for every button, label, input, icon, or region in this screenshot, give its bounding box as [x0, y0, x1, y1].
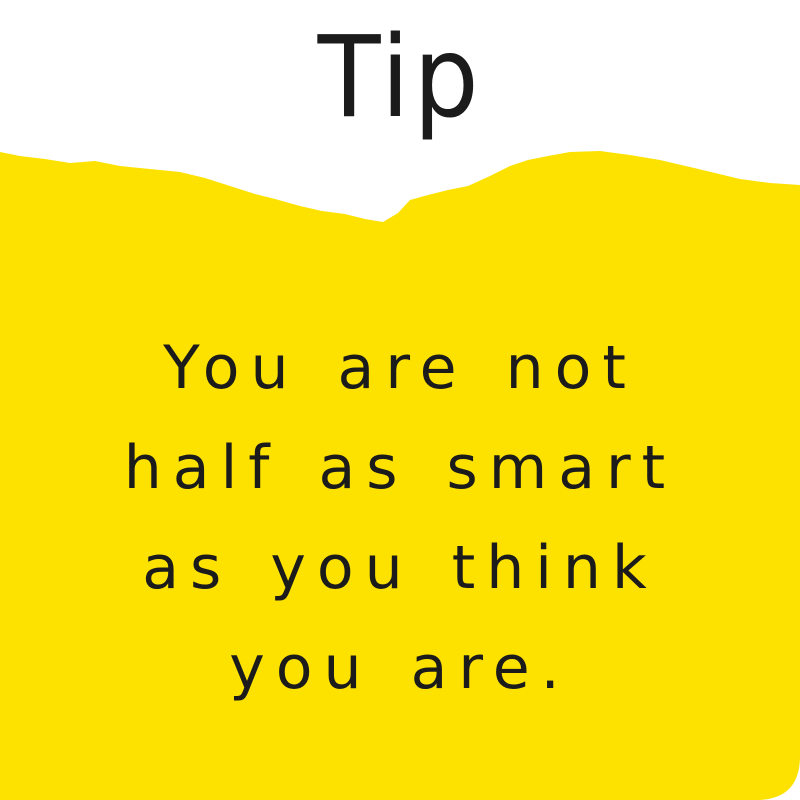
message-line: You are not — [163, 333, 637, 403]
message-line: you are. — [229, 633, 571, 703]
tip-message: You are not half as smart as you think y… — [40, 318, 760, 718]
tip-title: Tip — [317, 13, 483, 143]
message-line: half as smart — [123, 433, 677, 503]
message-line: as you think — [142, 533, 658, 603]
tip-card: Tip You are not half as smart as you thi… — [0, 0, 800, 800]
